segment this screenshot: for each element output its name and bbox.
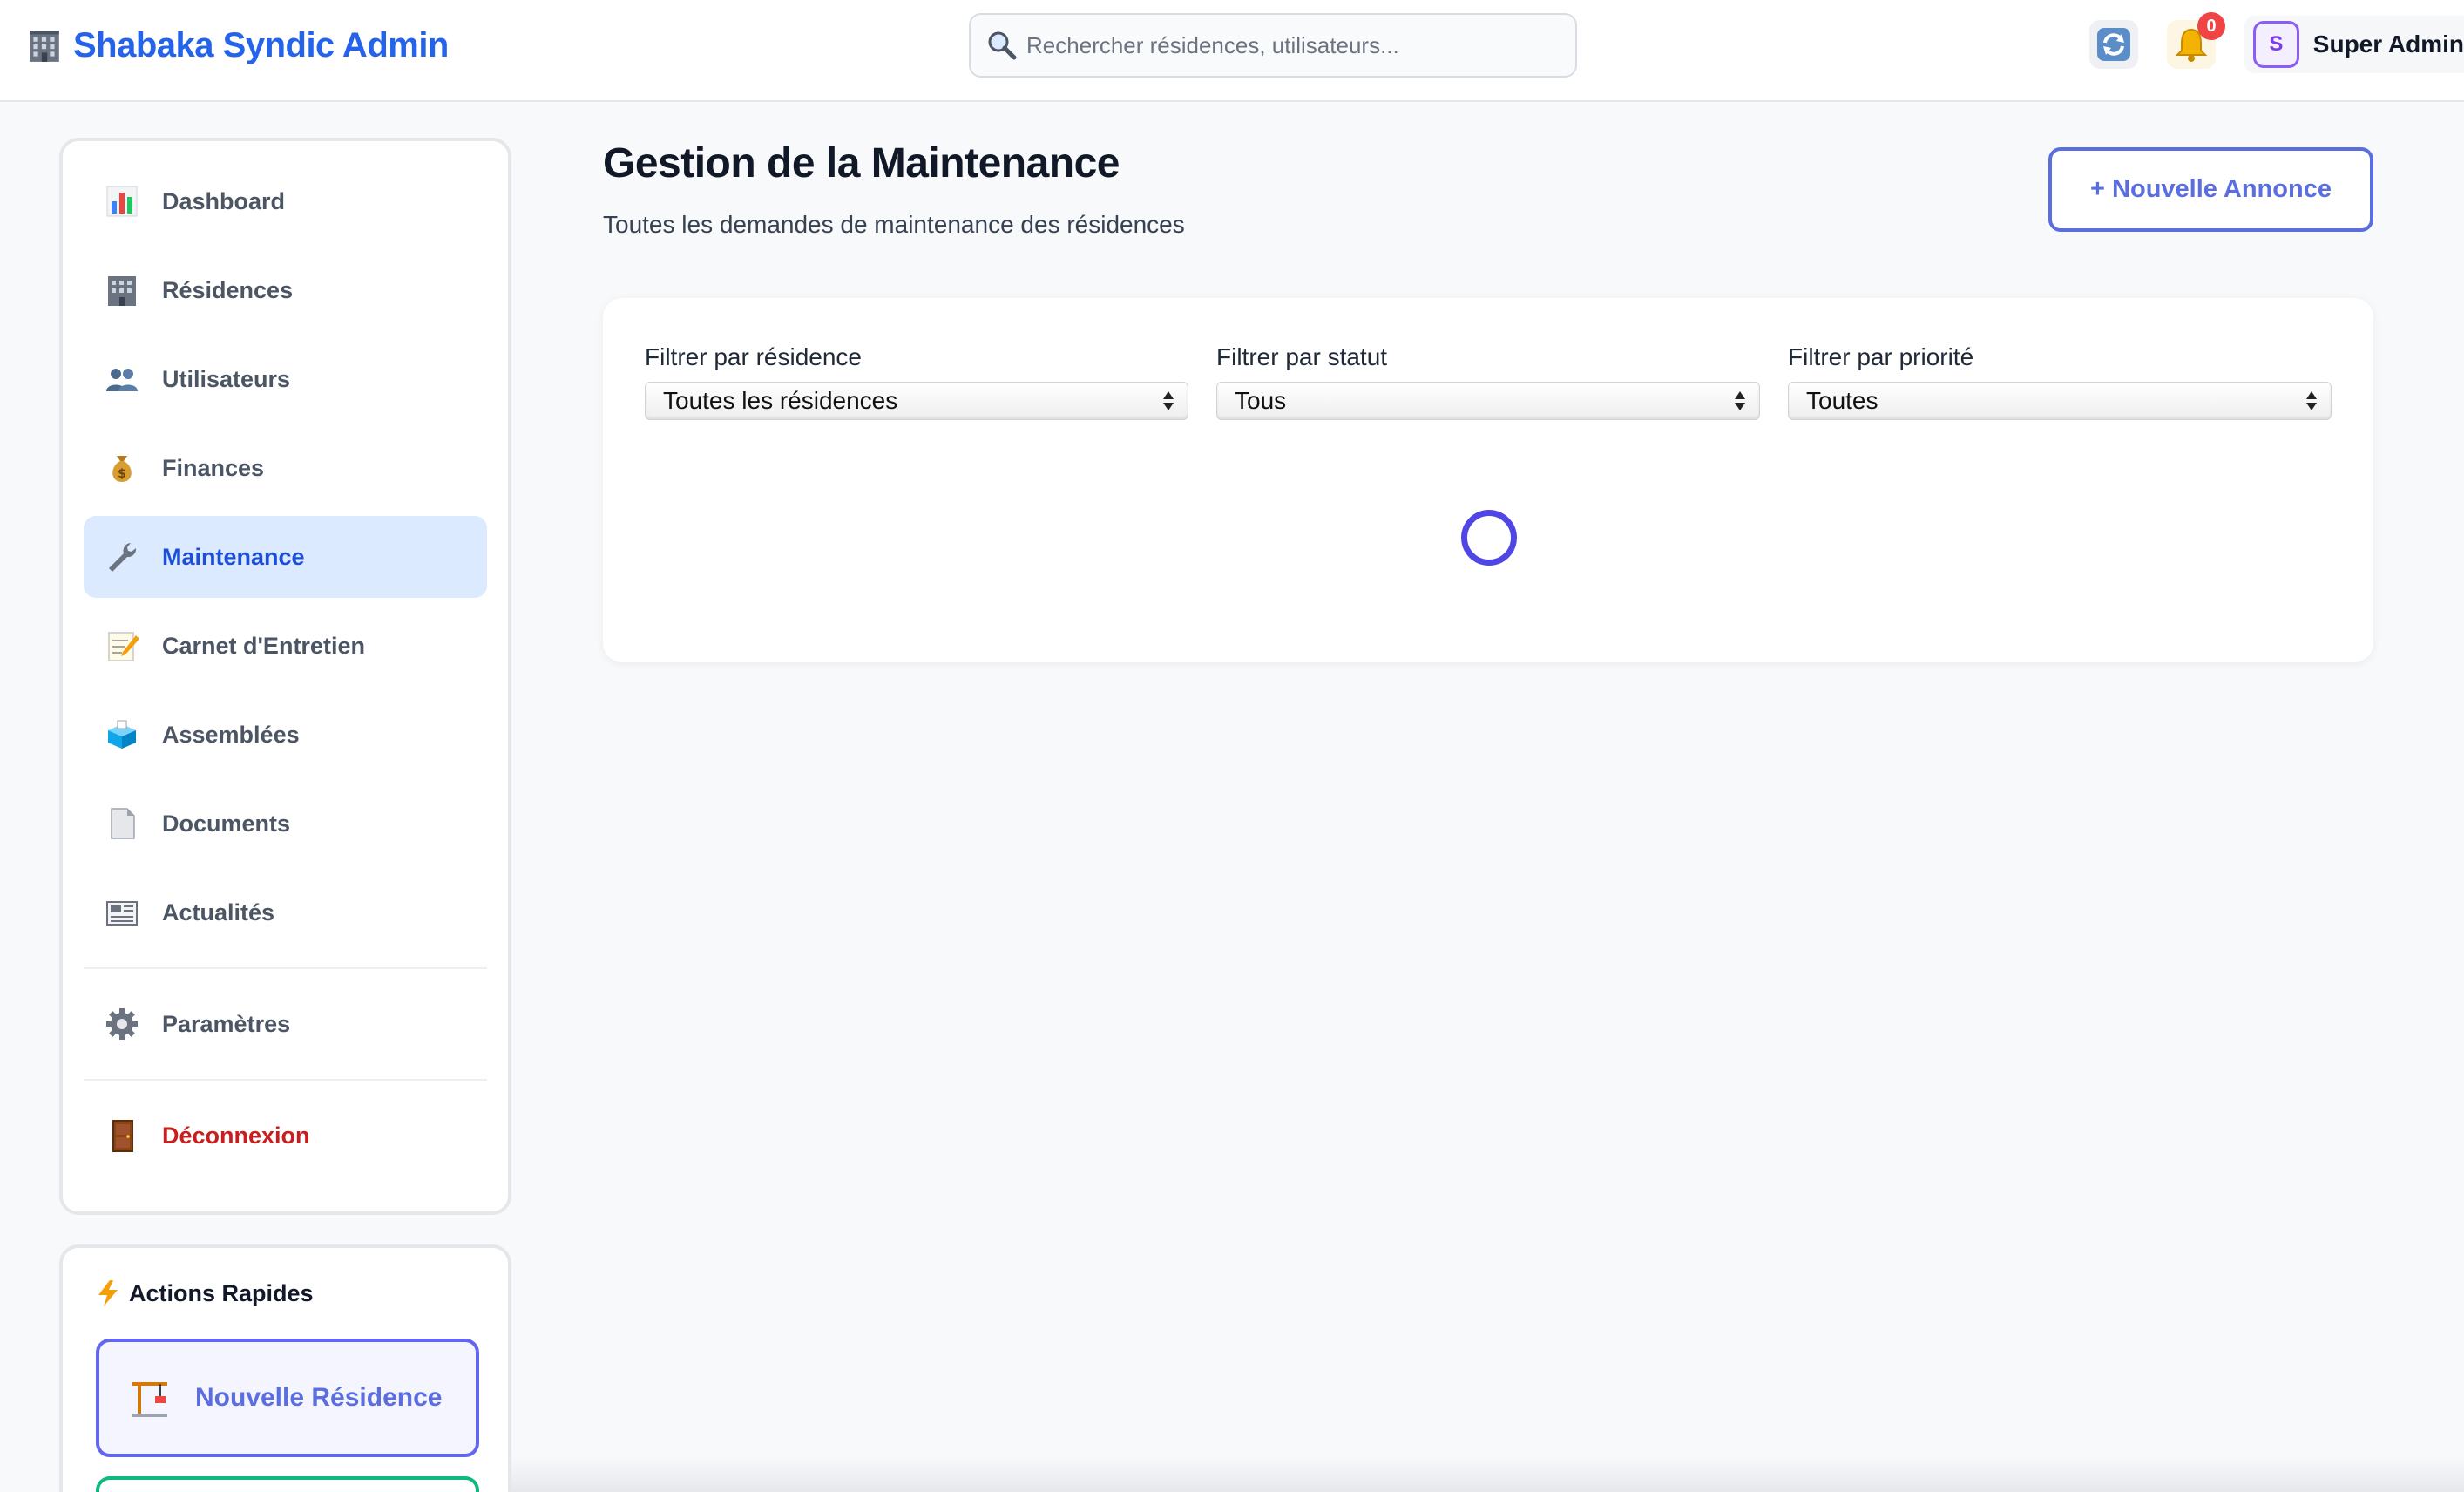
residence-filter: Filtrer par résidence Toutes les résiden… [645, 343, 1188, 420]
building-icon [30, 31, 59, 62]
brand[interactable]: Shabaka Syndic Admin [26, 23, 449, 68]
refresh-icon [2097, 28, 2130, 61]
lightning-icon [98, 1280, 118, 1306]
status-select-value: Tous [1235, 387, 1287, 414]
priority-select-value: Toutes [1806, 387, 1878, 414]
quick-action-button[interactable] [96, 1476, 479, 1492]
sidebar-item-label: Dashboard [162, 187, 286, 214]
search-box[interactable] [969, 13, 1577, 78]
sidebar-item-label: Résidences [162, 276, 294, 303]
priority-filter-label: Filtrer par priorité [1788, 343, 1974, 370]
quick-actions-panel: Actions Rapides Nouvelle Résidence [59, 1244, 511, 1492]
notification-badge: 0 [2197, 12, 2225, 40]
priority-filter: Filtrer par priorité Toutes [1788, 343, 2332, 420]
page-title: Gestion de la Maintenance [603, 140, 1120, 186]
app-title: Shabaka Syndic Admin [73, 25, 449, 64]
money-bag-icon: $ [112, 456, 132, 482]
ballot-box-icon [108, 720, 136, 749]
new-announcement-button[interactable]: + Nouvelle Annonce [2048, 147, 2373, 232]
residence-filter-label: Filtrer par résidence [645, 343, 862, 370]
divider [84, 967, 487, 969]
door-icon [112, 1120, 133, 1152]
newspaper-icon [106, 901, 138, 926]
sidebar-item-label: Utilisateurs [162, 365, 291, 392]
search-input[interactable] [1026, 31, 1549, 59]
sidebar-item-finances[interactable]: $ Finances [84, 427, 487, 509]
residence-select-value: Toutes les résidences [663, 387, 898, 414]
sidebar-item-label: Documents [162, 810, 291, 837]
sidebar-item-label: Paramètres [162, 1010, 291, 1037]
quick-actions-title: Actions Rapides [96, 1279, 475, 1307]
sidebar-item-label: Finances [162, 454, 265, 481]
page-subtitle: Toutes les demandes de maintenance des r… [603, 211, 1185, 238]
document-icon [111, 808, 135, 839]
sidebar-item-maintenance[interactable]: Maintenance [84, 516, 487, 598]
priority-select[interactable]: Toutes [1788, 382, 2332, 420]
avatar: S [2253, 21, 2299, 68]
sidebar-item-logout[interactable]: Déconnexion [84, 1095, 487, 1177]
sidebar-item-dashboard[interactable]: Dashboard [84, 160, 487, 242]
bottom-shadow [511, 1455, 2464, 1492]
search-icon [988, 31, 1017, 60]
construction-crane-icon [132, 1382, 167, 1417]
status-filter-label: Filtrer par statut [1216, 343, 1388, 370]
sidebar-item-documents[interactable]: Documents [84, 783, 487, 865]
sidebar-item-label: Déconnexion [162, 1122, 310, 1149]
sidebar-item-users[interactable]: Utilisateurs [84, 338, 487, 420]
select-arrows-icon [2306, 391, 2317, 410]
sidebar-item-residences[interactable]: Résidences [84, 249, 487, 331]
sidebar-item-label: Assemblées [162, 721, 300, 748]
sidebar-item-settings[interactable]: Paramètres [84, 983, 487, 1065]
users-icon [106, 369, 138, 391]
residence-select[interactable]: Toutes les résidences [645, 382, 1188, 420]
new-residence-button[interactable]: Nouvelle Résidence [96, 1339, 479, 1457]
user-name: Super Admin [2312, 31, 2464, 58]
sidebar: Dashboard Résidences Utilisateurs $ Fina… [59, 138, 511, 1215]
select-arrows-icon [1735, 391, 1745, 410]
sidebar-item-label: Maintenance [162, 543, 305, 570]
svg-text:$: $ [118, 467, 126, 481]
sidebar-item-assemblies[interactable]: Assemblées [84, 694, 487, 776]
filters-panel: Filtrer par résidence Toutes les résiden… [603, 298, 2373, 662]
divider [84, 1079, 487, 1081]
gear-icon [106, 1008, 138, 1040]
refresh-button[interactable] [2089, 20, 2138, 69]
sidebar-item-label: Actualités [162, 899, 275, 926]
loading-spinner [1461, 510, 1517, 566]
sidebar-item-label: Carnet d'Entretien [162, 632, 365, 659]
top-bar: Shabaka Syndic Admin 0 S Super Admin [0, 0, 2464, 102]
status-filter: Filtrer par statut Tous [1216, 343, 1760, 420]
sidebar-item-logbook[interactable]: Carnet d'Entretien [84, 605, 487, 687]
select-arrows-icon [1163, 391, 1174, 410]
building-icon [108, 276, 136, 306]
sidebar-item-news[interactable]: Actualités [84, 871, 487, 953]
new-residence-label: Nouvelle Résidence [195, 1383, 443, 1412]
memo-icon [108, 632, 139, 661]
user-menu[interactable]: S Super Admin [2244, 16, 2464, 73]
bar-chart-icon [106, 186, 138, 217]
wrench-icon [109, 543, 137, 572]
status-select[interactable]: Tous [1216, 382, 1760, 420]
